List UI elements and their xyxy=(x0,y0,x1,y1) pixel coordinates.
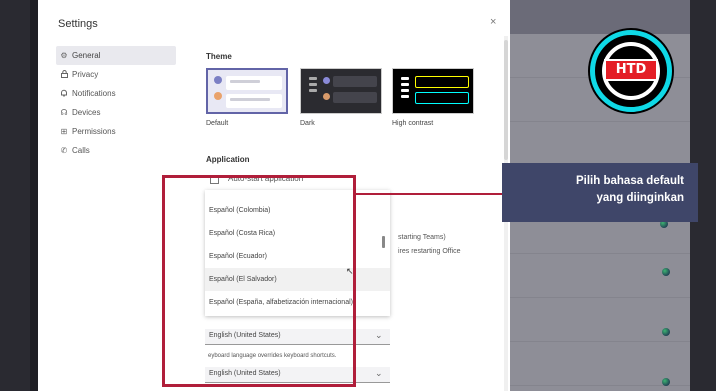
tutorial-callout: Pilih bahasa default yang diinginkan xyxy=(502,163,698,222)
theme-option-dark[interactable]: Dark xyxy=(300,68,382,127)
obscured-option-text: ires restarting Office xyxy=(398,248,461,255)
presence-icon xyxy=(662,378,670,386)
dialog-title: Settings xyxy=(58,18,98,30)
keyboard-language-select[interactable]: English (United States) ⌄ xyxy=(205,367,390,383)
nav-item-label: Privacy xyxy=(72,70,99,79)
nav-item-devices[interactable]: ☊ Devices xyxy=(56,103,176,122)
left-edge xyxy=(0,0,30,391)
gear-icon: ⚙ xyxy=(60,51,68,60)
phone-icon: ✆ xyxy=(60,146,68,155)
app-language-select[interactable]: English (United States) ⌄ xyxy=(205,329,390,345)
obscured-option-text: starting Teams) xyxy=(398,234,446,241)
headset-icon: ☊ xyxy=(60,108,68,117)
lock-icon xyxy=(58,65,70,85)
app-language-value: English (United States) xyxy=(209,332,281,339)
theme-option-high-contrast[interactable]: High contrast xyxy=(392,68,474,127)
auto-start-label: Auto-start application xyxy=(228,174,304,183)
callout-connector xyxy=(356,193,502,195)
chevron-down-icon: ⌄ xyxy=(375,368,383,378)
background-app-topbar xyxy=(510,0,690,34)
theme-label-default: Default xyxy=(206,120,229,127)
nav-item-privacy[interactable]: Privacy xyxy=(56,65,176,84)
grid-icon: ⊞ xyxy=(60,127,68,136)
nav-item-label: Notifications xyxy=(72,89,116,98)
callout-line-2: yang diinginkan xyxy=(596,192,684,204)
theme-label-dark: Dark xyxy=(300,120,315,127)
nav-item-label: General xyxy=(72,51,101,60)
theme-preview-high-contrast xyxy=(392,68,474,114)
presence-icon xyxy=(662,268,670,276)
nav-item-general[interactable]: ⚙ General xyxy=(56,46,176,65)
dropdown-scrollbar[interactable] xyxy=(382,236,385,248)
nav-item-label: Permissions xyxy=(72,127,116,136)
callout-line-1: Pilih bahasa default xyxy=(576,175,684,187)
theme-heading: Theme xyxy=(206,52,232,61)
nav-item-permissions[interactable]: ⊞ Permissions xyxy=(56,122,176,141)
keyboard-language-note: eyboard language overrides keyboard shor… xyxy=(208,353,337,359)
settings-dialog: Settings × ⚙ General Privacy Notificatio… xyxy=(38,0,510,391)
settings-nav: ⚙ General Privacy Notifications ☊ Device… xyxy=(56,46,176,160)
logo-text: HTD xyxy=(604,59,658,81)
dialog-scrollbar-thumb[interactable] xyxy=(504,40,508,160)
nav-item-label: Calls xyxy=(72,146,90,155)
presence-icon xyxy=(662,328,670,336)
theme-label-high-contrast: High contrast xyxy=(392,120,434,127)
nav-item-label: Devices xyxy=(72,108,101,117)
language-option-el-salvador[interactable]: Español (El Salvador) xyxy=(205,268,390,291)
theme-preview-dark xyxy=(300,68,382,114)
language-dropdown-list: Español (Colombia) Español (Costa Rica) … xyxy=(205,190,390,316)
auto-start-checkbox[interactable] xyxy=(210,175,219,184)
language-option-ecuador[interactable]: Español (Ecuador) xyxy=(205,245,390,268)
nav-item-notifications[interactable]: Notifications xyxy=(56,84,176,103)
language-option-colombia[interactable]: Español (Colombia) xyxy=(205,199,390,222)
language-option-espana[interactable]: Español (España, alfabetización internac… xyxy=(205,291,390,314)
application-heading: Application xyxy=(206,155,250,164)
language-option-costa-rica[interactable]: Español (Costa Rica) xyxy=(205,222,390,245)
keyboard-language-value: English (United States) xyxy=(209,370,281,377)
theme-option-default[interactable]: Default xyxy=(206,68,288,127)
htd-logo: HTD xyxy=(590,30,672,112)
mouse-cursor-icon: ↖ xyxy=(346,266,354,276)
bell-icon xyxy=(58,84,70,104)
theme-preview-default xyxy=(206,68,288,114)
chevron-down-icon: ⌄ xyxy=(375,330,383,340)
close-icon[interactable]: × xyxy=(490,16,496,28)
nav-item-calls[interactable]: ✆ Calls xyxy=(56,141,176,160)
